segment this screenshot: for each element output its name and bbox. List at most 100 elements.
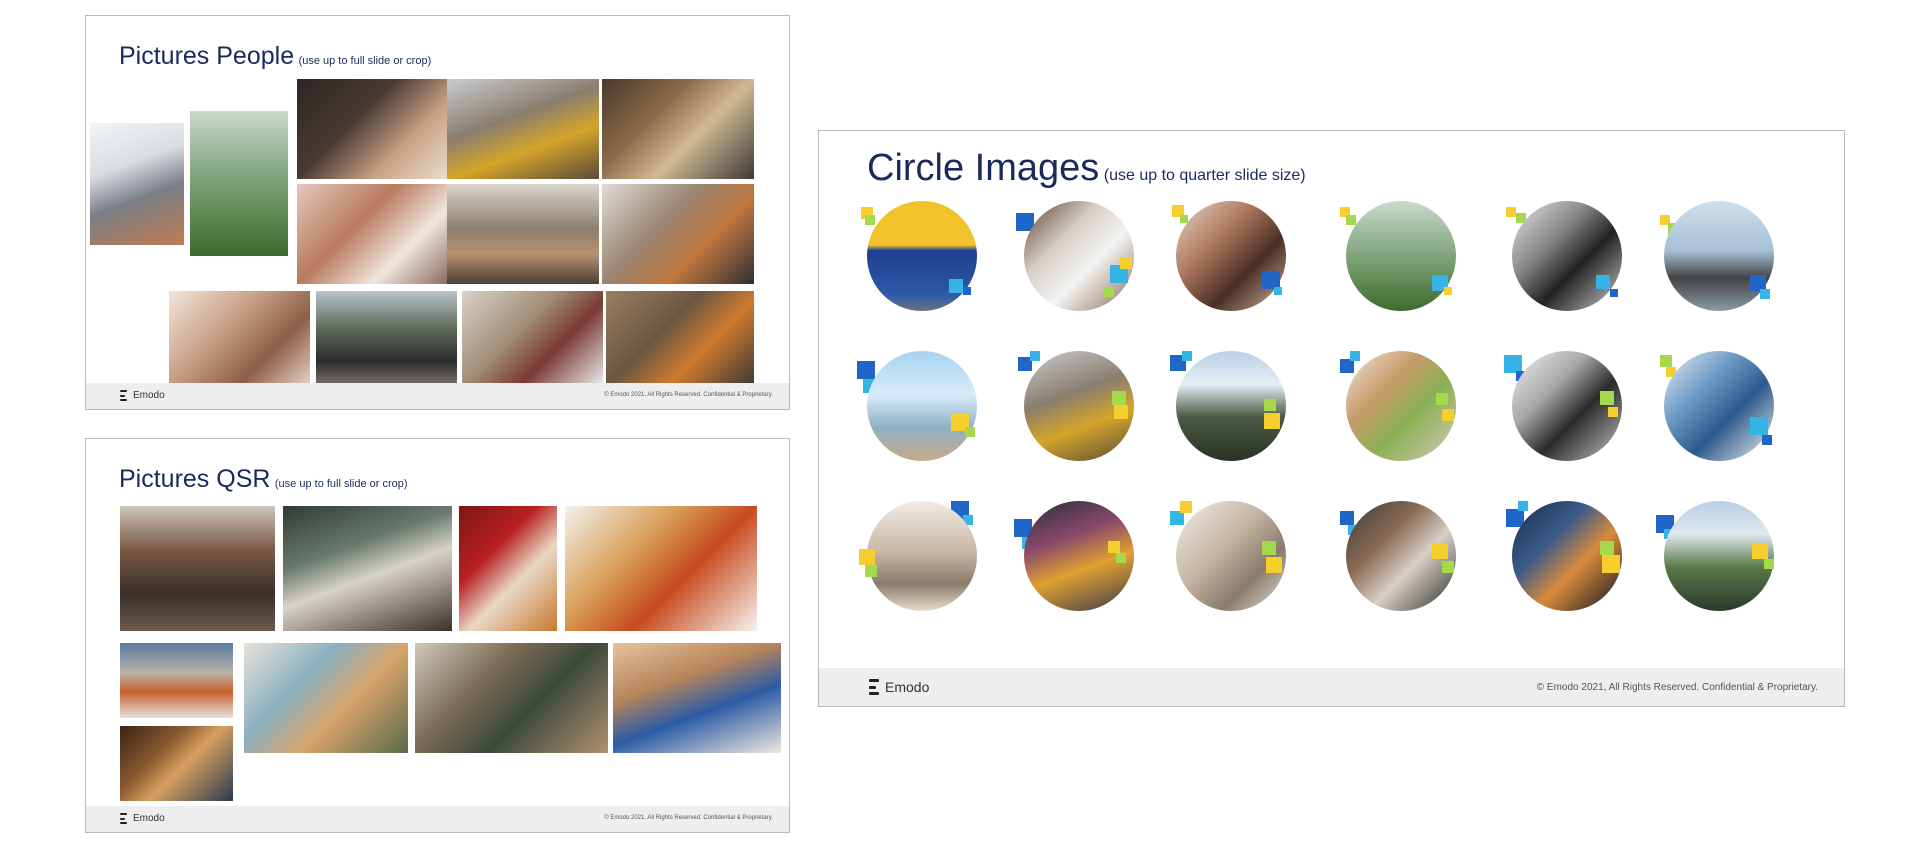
accent-square xyxy=(865,565,877,577)
circle-image-person-in-striped-shirt xyxy=(1660,351,1774,461)
accent-square xyxy=(1432,543,1448,559)
photo-friends-looking-at-phones xyxy=(602,184,754,284)
circle-image-women-taking-selfie xyxy=(1172,201,1286,311)
circle-photo xyxy=(1346,201,1456,311)
photo-friends-toasting-drinks xyxy=(244,643,408,753)
photo-pizza-slices-and-soda xyxy=(565,506,757,631)
accent-square xyxy=(865,215,875,225)
photo-friends-with-fast-food xyxy=(613,643,781,753)
circle-photo xyxy=(1664,351,1774,461)
slide-title-note: (use up to full slide or crop) xyxy=(274,478,408,490)
circle-image-hand-using-phone-night xyxy=(1506,501,1622,611)
accent-square xyxy=(1170,511,1184,525)
circle-photo xyxy=(867,351,977,461)
brand: Emodo xyxy=(120,813,165,824)
slide-title: Pictures QSR (use up to full slide or cr… xyxy=(119,465,408,494)
circle-image-taxi-in-city xyxy=(1014,501,1134,611)
accent-square xyxy=(1030,351,1040,361)
emodo-logo-icon xyxy=(120,813,127,824)
accent-square xyxy=(1104,287,1114,297)
circle-photo xyxy=(1024,201,1134,311)
accent-square xyxy=(1752,543,1768,559)
accent-square xyxy=(1506,207,1516,217)
photo-woman-with-laptop-neon-cafe xyxy=(297,79,447,179)
slide-pictures-people[interactable]: Pictures People (use up to full slide or… xyxy=(85,15,790,410)
accent-square xyxy=(1760,289,1770,299)
accent-square xyxy=(1108,541,1120,553)
circle-image-city-aerial-view xyxy=(1656,501,1774,611)
photo-family-dinner-table xyxy=(447,184,599,284)
accent-square xyxy=(1762,435,1772,445)
slide-footer: Emodo © Emodo 2021, All Rights Reserved.… xyxy=(819,668,1844,706)
photo-man-on-bench-phone xyxy=(606,291,754,384)
accent-square xyxy=(1602,555,1620,573)
accent-square xyxy=(1350,351,1360,361)
slide-title-text: Pictures People xyxy=(119,42,295,70)
accent-square xyxy=(963,287,971,295)
accent-square xyxy=(857,361,875,379)
photo-woman-in-greenhouse xyxy=(190,111,288,256)
photo-three-friends-park xyxy=(316,291,457,384)
accent-square xyxy=(1436,393,1448,405)
photo-busy-cafe-interior xyxy=(283,506,452,631)
accent-square xyxy=(1750,417,1768,435)
photo-mother-and-child-with-father xyxy=(169,291,310,384)
circle-photo xyxy=(1176,501,1286,611)
copyright-notice: © Emodo 2021, All Rights Reserved. Confi… xyxy=(604,392,773,398)
slide-footer: Emodo © Emodo 2021, All Rights Reserved.… xyxy=(86,806,789,832)
circle-image-business-handshake xyxy=(1506,201,1622,311)
circle-image-friends-toasting xyxy=(1340,351,1456,461)
accent-square xyxy=(1340,511,1354,525)
circle-photo xyxy=(867,201,977,311)
accent-square xyxy=(1340,359,1354,373)
slide-footer: Emodo © Emodo 2021, All Rights Reserved.… xyxy=(86,383,789,409)
brand: Emodo xyxy=(120,390,165,401)
accent-square xyxy=(1346,215,1356,225)
accent-square xyxy=(1442,561,1454,573)
accent-square xyxy=(1442,409,1454,421)
accent-square xyxy=(1120,257,1132,269)
slide-pictures-qsr[interactable]: Pictures QSR (use up to full slide or cr… xyxy=(85,438,790,833)
slide-title-text: Circle Images xyxy=(867,147,1100,189)
accent-square xyxy=(1274,287,1282,295)
slide-title: Circle Images (use up to quarter slide s… xyxy=(867,147,1306,190)
accent-square xyxy=(1518,501,1528,511)
brand: Emodo xyxy=(869,679,929,695)
copyright-notice: © Emodo 2021, All Rights Reserved. Confi… xyxy=(604,815,773,821)
accent-square xyxy=(1180,501,1192,513)
accent-square xyxy=(1114,405,1128,419)
circle-image-retail-store-interior xyxy=(859,501,977,611)
slide-title: Pictures People (use up to full slide or… xyxy=(119,42,431,71)
accent-square xyxy=(1660,355,1672,367)
copyright-notice: © Emodo 2021, All Rights Reserved. Confi… xyxy=(1536,682,1818,693)
accent-square xyxy=(1116,553,1126,563)
slide-title-note: (use up to quarter slide size) xyxy=(1103,167,1306,184)
brand-name: Emodo xyxy=(133,813,165,824)
accent-square xyxy=(1264,413,1280,429)
circle-image-woman-running-rooftop xyxy=(1660,201,1774,311)
circle-image-basketball-hoop-beach xyxy=(857,351,977,461)
slide-circle-images[interactable]: Circle Images (use up to quarter slide s… xyxy=(818,130,1845,707)
circle-image-mountain-landscape xyxy=(1170,351,1286,461)
accent-square xyxy=(1608,407,1618,417)
circle-photo xyxy=(1346,351,1456,461)
emodo-logo-icon xyxy=(869,679,879,695)
accent-square xyxy=(859,549,875,565)
accent-square xyxy=(1264,399,1276,411)
photo-woman-laughing-with-coffee xyxy=(297,184,447,284)
photo-fast-food-tray xyxy=(120,643,233,718)
circle-image-family-on-sofa xyxy=(1170,501,1286,611)
photo-friends-restaurant-night xyxy=(120,726,233,801)
circle-image-hand-holding-phone-car xyxy=(1016,201,1134,311)
photo-ketchup-on-hot-dog xyxy=(459,506,557,631)
accent-square xyxy=(949,279,963,293)
accent-square xyxy=(1596,275,1610,289)
accent-square xyxy=(965,427,975,437)
photo-restaurant-interior-brick xyxy=(120,506,275,631)
circle-photo xyxy=(867,501,977,611)
accent-square xyxy=(1112,391,1126,405)
accent-square xyxy=(1600,541,1614,555)
circle-photo xyxy=(1664,201,1774,311)
circle-photo xyxy=(1176,201,1286,311)
circle-photo xyxy=(1512,201,1622,311)
